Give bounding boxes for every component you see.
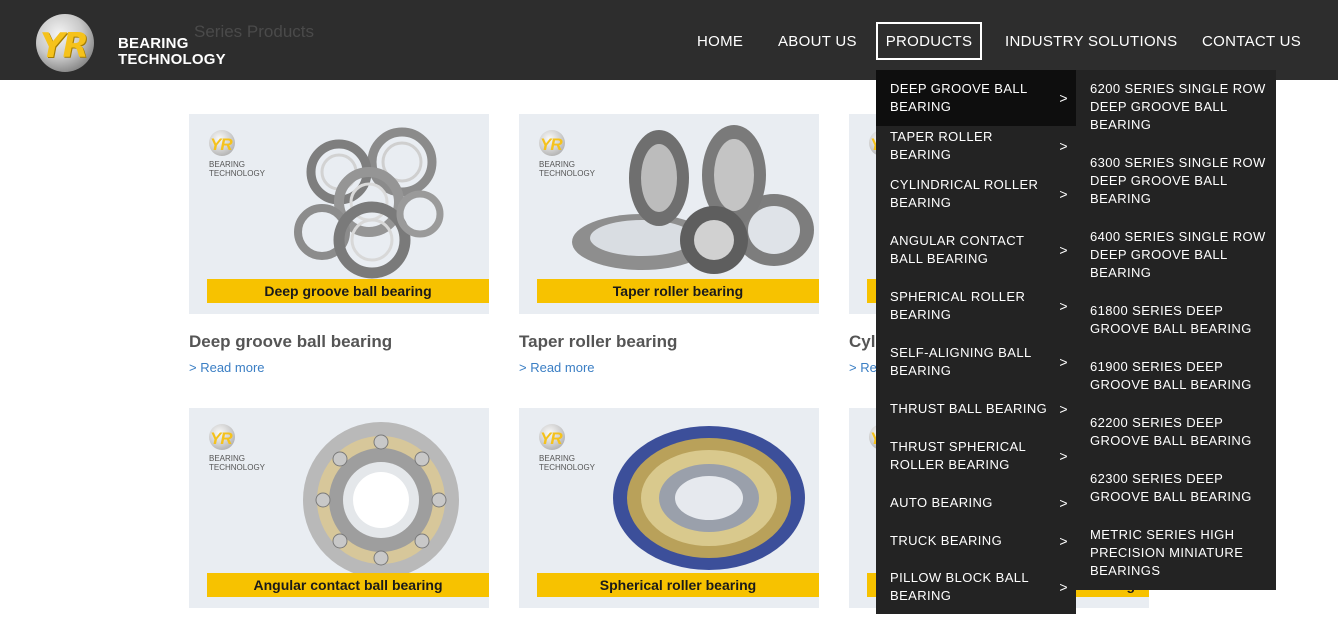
submenu-item-62300[interactable]: 62300 SERIES DEEP GROOVE BALL BEARING <box>1090 470 1266 506</box>
nav-products[interactable]: PRODUCTS <box>876 22 982 60</box>
menu-item-self-aligning[interactable]: SELF-ALIGNING BALL BEARING > <box>876 334 1076 390</box>
submenu-item-61900[interactable]: 61900 SERIES DEEP GROOVE BALL BEARING <box>1090 358 1266 394</box>
product-banner: Taper roller bearing <box>537 279 819 303</box>
chevron-right-icon: > <box>1059 448 1068 464</box>
read-more-link[interactable]: > Re <box>849 360 877 375</box>
chevron-right-icon: > <box>1059 90 1068 106</box>
nav-industry-solutions[interactable]: INDUSTRY SOLUTIONS <box>993 22 1189 60</box>
menu-item-pillow-block[interactable]: PILLOW BLOCK BALL BEARING > <box>876 560 1076 614</box>
product-banner: Angular contact ball bearing <box>207 573 489 597</box>
menu-item-label: SELF-ALIGNING BALL BEARING <box>890 345 1032 378</box>
menu-item-cylindrical-roller[interactable]: CYLINDRICAL ROLLER BEARING > <box>876 166 1076 222</box>
chevron-right-icon: > <box>1059 533 1068 549</box>
menu-item-label: THRUST BALL BEARING <box>890 401 1048 416</box>
deep-groove-submenu: 6200 SERIES SINGLE ROW DEEP GROOVE BALL … <box>1076 70 1276 590</box>
chevron-right-icon: > <box>1059 186 1068 202</box>
menu-item-label: ANGULAR CONTACT BALL BEARING <box>890 233 1025 266</box>
menu-item-label: PILLOW BLOCK BALL BEARING <box>890 570 1029 603</box>
products-dropdown-menu: DEEP GROOVE BALL BEARING > TAPER ROLLER … <box>876 70 1076 614</box>
menu-item-label: DEEP GROOVE BALL BEARING <box>890 81 1028 114</box>
taper-roller-bearing-illustration <box>572 125 814 274</box>
product-card-taper-roller: YR BEARING TECHNOLOGY Taper roller bearin… <box>519 114 819 384</box>
angular-contact-bearing-illustration <box>303 422 459 574</box>
menu-item-truck[interactable]: TRUCK BEARING > <box>876 522 1076 560</box>
card-logo: YR BEARING TECHNOLOGY <box>207 130 267 180</box>
nav-home[interactable]: HOME <box>685 22 755 60</box>
chevron-right-icon: > <box>1059 138 1068 154</box>
product-banner: Spherical roller bearing <box>537 573 819 597</box>
product-title[interactable]: Deep groove ball bearing <box>189 332 392 352</box>
menu-item-label: AUTO BEARING <box>890 495 993 510</box>
card-logo: YR BEARING TECHNOLOGY <box>207 424 267 474</box>
page-title-faded: Series Products <box>194 22 314 41</box>
menu-item-angular-contact[interactable]: ANGULAR CONTACT BALL BEARING > <box>876 222 1076 278</box>
menu-item-thrust-spherical[interactable]: THRUST SPHERICAL ROLLER BEARING > <box>876 428 1076 484</box>
menu-item-label: CYLINDRICAL ROLLER BEARING <box>890 177 1039 210</box>
menu-item-thrust-ball[interactable]: THRUST BALL BEARING > <box>876 390 1076 428</box>
nav-contact-us[interactable]: CONTACT US <box>1190 22 1313 60</box>
card-logo-text: BEARING TECHNOLOGY <box>209 160 266 178</box>
menu-item-deep-groove[interactable]: DEEP GROOVE BALL BEARING > <box>876 70 1076 126</box>
spherical-roller-bearing-illustration <box>613 426 805 570</box>
site-header: YR BEARING TECHNOLOGY Series Products HO… <box>0 0 1338 80</box>
submenu-item-62200[interactable]: 62200 SERIES DEEP GROOVE BALL BEARING <box>1090 414 1266 450</box>
card-logo-text: BEARING TECHNOLOGY <box>539 454 596 472</box>
submenu-item-6300[interactable]: 6300 SERIES SINGLE ROW DEEP GROOVE BALL … <box>1090 154 1266 208</box>
card-logo-text: BEARING TECHNOLOGY <box>209 454 266 472</box>
submenu-item-61800[interactable]: 61800 SERIES DEEP GROOVE BALL BEARING <box>1090 302 1266 338</box>
logo-mark: YR <box>40 26 89 66</box>
product-title[interactable]: Taper roller bearing <box>519 332 677 352</box>
product-image[interactable]: YR BEARING TECHNOLOGY Taper roller bearin… <box>519 114 819 314</box>
product-image[interactable]: YR BEARING TECHNOLOGY Angular contact bal… <box>189 408 489 608</box>
submenu-item-6400[interactable]: 6400 SERIES SINGLE ROW DEEP GROOVE BALL … <box>1090 228 1266 282</box>
logo-line2: TECHNOLOGY <box>118 51 226 68</box>
product-image[interactable]: YR BEARING TECHNOLOGY Spherical roller be… <box>519 408 819 608</box>
product-card-spherical-roller: YR BEARING TECHNOLOGY Spherical roller be… <box>519 408 819 608</box>
menu-item-label: TRUCK BEARING <box>890 533 1003 548</box>
chevron-right-icon: > <box>1059 242 1068 258</box>
menu-item-label: TAPER ROLLER BEARING <box>890 129 993 162</box>
menu-item-spherical-roller[interactable]: SPHERICAL ROLLER BEARING > <box>876 278 1076 334</box>
deep-groove-bearing-illustration <box>294 127 444 279</box>
card-logo: YR BEARING TECHNOLOGY <box>537 424 597 474</box>
product-card-deep-groove: YR BEARING TECHNOLOGY Deep groove ball be… <box>189 114 489 384</box>
read-more-link[interactable]: > Read more <box>519 360 595 375</box>
chevron-right-icon: > <box>1059 495 1068 511</box>
product-card-angular-contact: YR BEARING TECHNOLOGY Angular contact bal… <box>189 408 489 608</box>
chevron-right-icon: > <box>1059 579 1068 595</box>
submenu-item-metric-miniature[interactable]: METRIC SERIES HIGH PRECISION MINIATURE B… <box>1090 526 1266 580</box>
product-image[interactable]: YR BEARING TECHNOLOGY Deep groove ball be… <box>189 114 489 314</box>
card-logo-mark: YR <box>210 429 233 448</box>
menu-item-label: THRUST SPHERICAL ROLLER BEARING <box>890 439 1026 472</box>
menu-item-label: SPHERICAL ROLLER BEARING <box>890 289 1026 322</box>
menu-item-taper-roller[interactable]: TAPER ROLLER BEARING > <box>876 126 1076 166</box>
nav-about-us[interactable]: ABOUT US <box>766 22 869 60</box>
chevron-right-icon: > <box>1059 401 1068 417</box>
product-banner: Deep groove ball bearing <box>207 279 489 303</box>
card-logo-mark: YR <box>210 135 233 154</box>
chevron-right-icon: > <box>1059 298 1068 314</box>
site-logo[interactable]: YR BEARING TECHNOLOGY <box>36 12 236 72</box>
submenu-item-6200[interactable]: 6200 SERIES SINGLE ROW DEEP GROOVE BALL … <box>1090 80 1266 134</box>
card-logo-mark: YR <box>540 429 563 448</box>
card-logo-mark: YR <box>540 135 563 154</box>
menu-item-auto[interactable]: AUTO BEARING > <box>876 484 1076 522</box>
chevron-right-icon: > <box>1059 354 1068 370</box>
read-more-link[interactable]: > Read more <box>189 360 265 375</box>
